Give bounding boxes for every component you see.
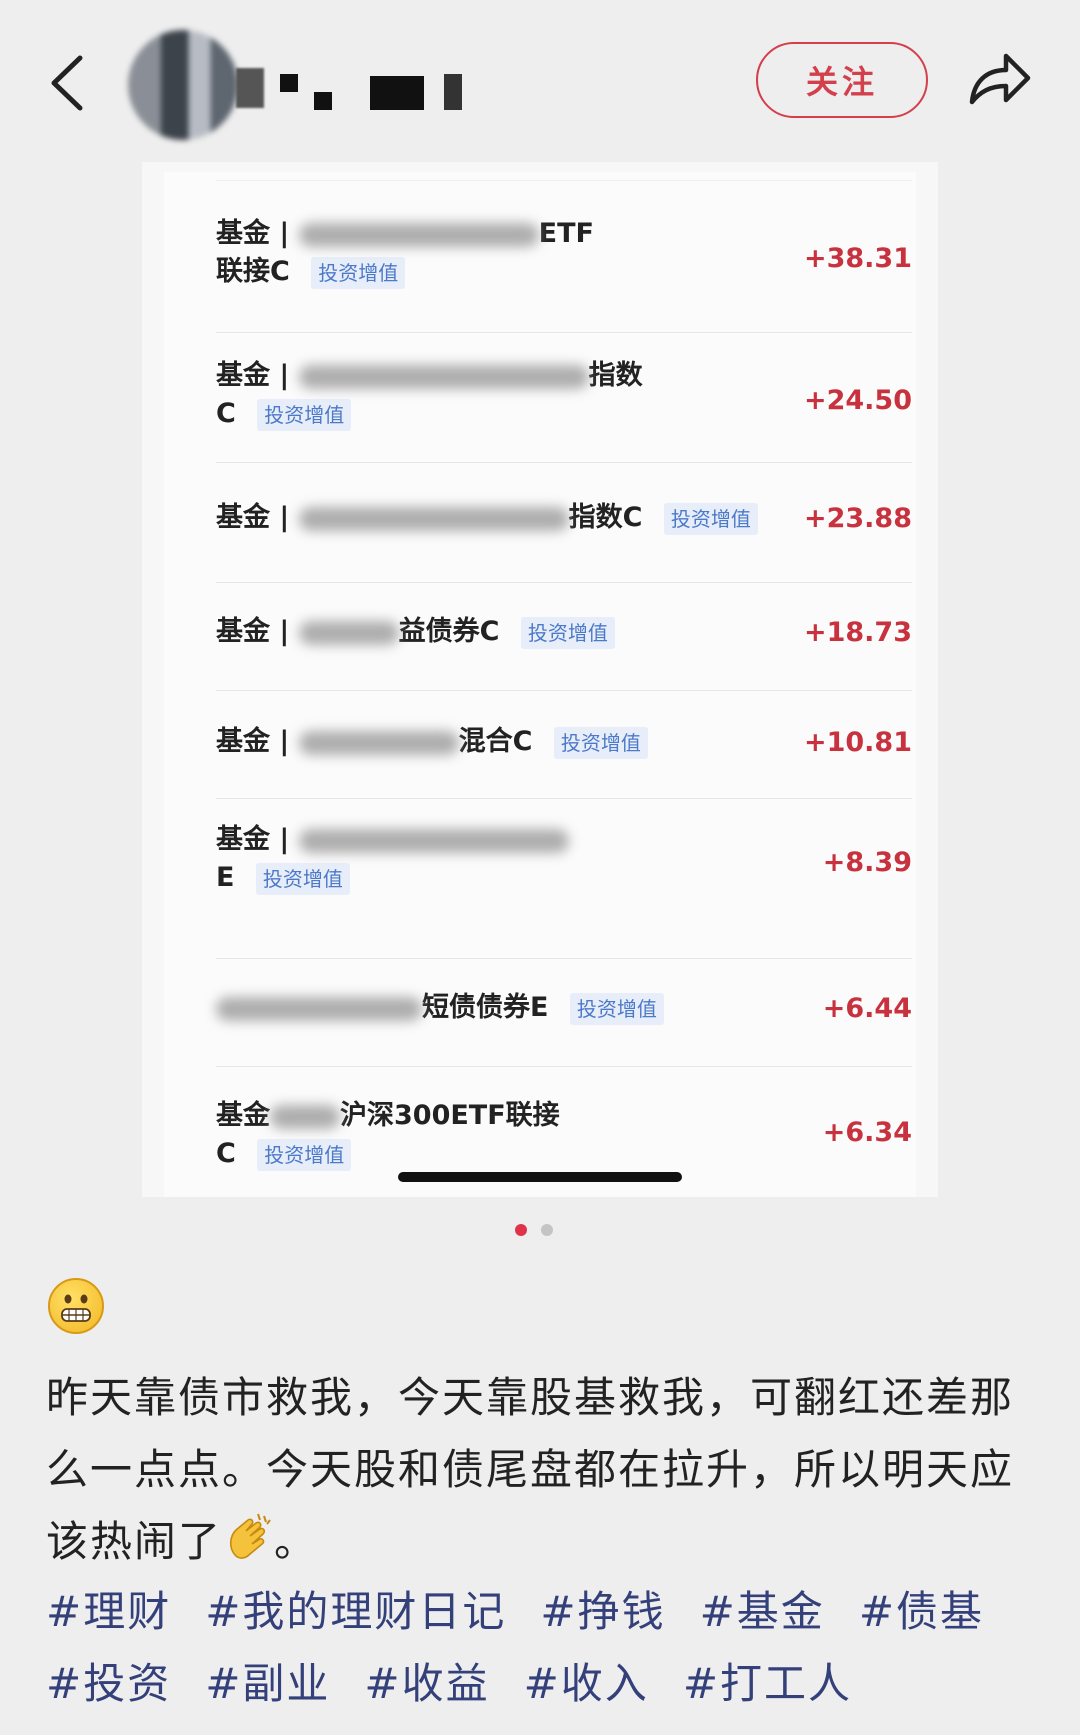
fund-suffix: 混合C xyxy=(458,726,533,757)
fund-suffix: 益债券C xyxy=(398,616,500,647)
hashtag[interactable]: #理财 xyxy=(46,1587,171,1636)
fund-amount: +38.31 xyxy=(803,243,912,274)
fund-name: 基金 | 混合C 投资增值 xyxy=(216,723,648,761)
post-text-main: 昨天靠债市救我，今天靠股基救我，可翻红还差那么一点点。今天股和债尾盘都在拉升，所… xyxy=(46,1373,1015,1566)
hashtag[interactable]: #挣钱 xyxy=(540,1587,665,1636)
fund-screenshot-image[interactable]: 基金 | ETF 联接C 投资增值 +38.31 基金 | 指数 C 投资增值 … xyxy=(142,162,938,1197)
redacted-fund-name xyxy=(270,1104,340,1129)
fund-suffix: 指数 xyxy=(588,360,643,391)
fund-tag: 投资增值 xyxy=(257,398,352,431)
fund-row: 基金 | E 投资增值 +8.39 xyxy=(216,798,912,927)
fund-row: 短债债券E 投资增值 +6.44 xyxy=(216,958,912,1063)
fund-suffix: 指数C xyxy=(568,502,643,533)
hashtag[interactable]: #收入 xyxy=(524,1659,649,1708)
fund-prefix: 基金 | xyxy=(216,824,290,855)
fund-prefix: 基金 | xyxy=(216,616,290,647)
fund-tag: 投资增值 xyxy=(311,256,406,289)
fund-name: 基金 | 益债券C 投资增值 xyxy=(216,613,615,651)
fund-row: 基金 | 指数C 投资增值 +23.88 xyxy=(216,462,912,573)
fund-tag: 投资增值 xyxy=(255,862,350,895)
fund-name-line2: C xyxy=(216,1138,236,1169)
redacted-fund-name xyxy=(298,730,459,755)
hashtag[interactable]: #打工人 xyxy=(683,1659,852,1708)
fund-name: 基金 沪深300ETF联接 C 投资增值 xyxy=(216,1097,560,1173)
fund-suffix: 沪深300ETF联接 xyxy=(340,1100,560,1131)
hashtag[interactable]: #投资 xyxy=(46,1659,171,1708)
fund-tag: 投资增值 xyxy=(569,992,664,1025)
share-icon[interactable] xyxy=(966,48,1034,110)
author-avatar[interactable] xyxy=(128,30,238,140)
fund-name: 基金 | E 投资增值 xyxy=(216,821,569,897)
hashtag[interactable]: #债基 xyxy=(859,1587,984,1636)
fund-prefix: 基金 | xyxy=(216,502,290,533)
fund-name: 短债债券E 投资增值 xyxy=(216,989,664,1027)
redacted-fund-name xyxy=(298,620,399,645)
home-indicator-bar xyxy=(398,1172,682,1182)
fund-name: 基金 | 指数C 投资增值 xyxy=(216,499,758,537)
hashtag[interactable]: #副业 xyxy=(205,1659,330,1708)
fund-amount: +18.73 xyxy=(803,617,912,648)
grimacing-face-emoji-icon xyxy=(48,1278,104,1334)
hashtag-list: #理财 #我的理财日记 #挣钱 #基金 #债基 #投资 #副业 #收益 #收入 #打工人 xyxy=(46,1576,1046,1720)
post-text-end: 。 xyxy=(274,1517,319,1566)
fund-name-line2: E xyxy=(216,862,235,893)
fund-prefix: 基金 | xyxy=(216,726,290,757)
fund-amount: +24.50 xyxy=(803,385,912,416)
hashtag[interactable]: #收益 xyxy=(364,1659,489,1708)
fund-suffix: 短债债券E xyxy=(422,992,549,1023)
fund-prefix: 基金 | xyxy=(216,360,290,391)
fund-tag: 投资增值 xyxy=(553,726,648,759)
follow-button[interactable]: 关注 xyxy=(756,42,928,118)
fund-prefix: 基金 xyxy=(216,1100,270,1131)
fund-prefix: 基金 | xyxy=(216,218,290,249)
fund-amount: +6.44 xyxy=(822,993,912,1024)
fund-row: 基金 | 指数 C 投资增值 +24.50 xyxy=(216,332,912,463)
carousel-dot[interactable] xyxy=(541,1224,553,1236)
fund-suffix: ETF xyxy=(538,218,594,249)
fund-row: 基金 | 混合C 投资增值 +10.81 xyxy=(216,690,912,795)
post-header: 关注 xyxy=(0,0,1080,160)
fund-amount: +6.34 xyxy=(822,1117,912,1148)
fund-amount: +23.88 xyxy=(803,503,912,534)
fund-amount: +8.39 xyxy=(822,847,912,878)
fund-name: 基金 | 指数 C 投资增值 xyxy=(216,357,643,433)
fund-row: 基金 | ETF 联接C 投资增值 +38.31 xyxy=(216,180,912,317)
fund-amount: +10.81 xyxy=(803,727,912,758)
hashtag[interactable]: #基金 xyxy=(700,1587,825,1636)
redacted-fund-name xyxy=(298,222,539,247)
back-arrow-icon[interactable] xyxy=(44,52,94,114)
redacted-fund-name xyxy=(298,828,569,853)
clapping-hands-icon xyxy=(222,1512,274,1564)
fund-name-line2: 联接C xyxy=(216,256,290,287)
redacted-fund-name xyxy=(216,996,422,1021)
fund-row: 基金 | 益债券C 投资增值 +18.73 xyxy=(216,582,912,687)
fund-name-line2: C xyxy=(216,398,236,429)
fund-tag: 投资增值 xyxy=(257,1138,352,1171)
carousel-dot-active[interactable] xyxy=(515,1224,527,1236)
fund-tag: 投资增值 xyxy=(663,502,758,535)
fund-name: 基金 | ETF 联接C 投资增值 xyxy=(216,215,594,291)
redacted-fund-name xyxy=(298,364,589,389)
post-body-text: 昨天靠债市救我，今天靠股基救我，可翻红还差那么一点点。今天股和债尾盘都在拉升，所… xyxy=(46,1362,1036,1578)
fund-list: 基金 | ETF 联接C 投资增值 +38.31 基金 | 指数 C 投资增值 … xyxy=(164,172,916,1197)
fund-tag: 投资增值 xyxy=(520,616,615,649)
hashtag[interactable]: #我的理财日记 xyxy=(205,1587,506,1636)
redacted-fund-name xyxy=(298,506,569,531)
